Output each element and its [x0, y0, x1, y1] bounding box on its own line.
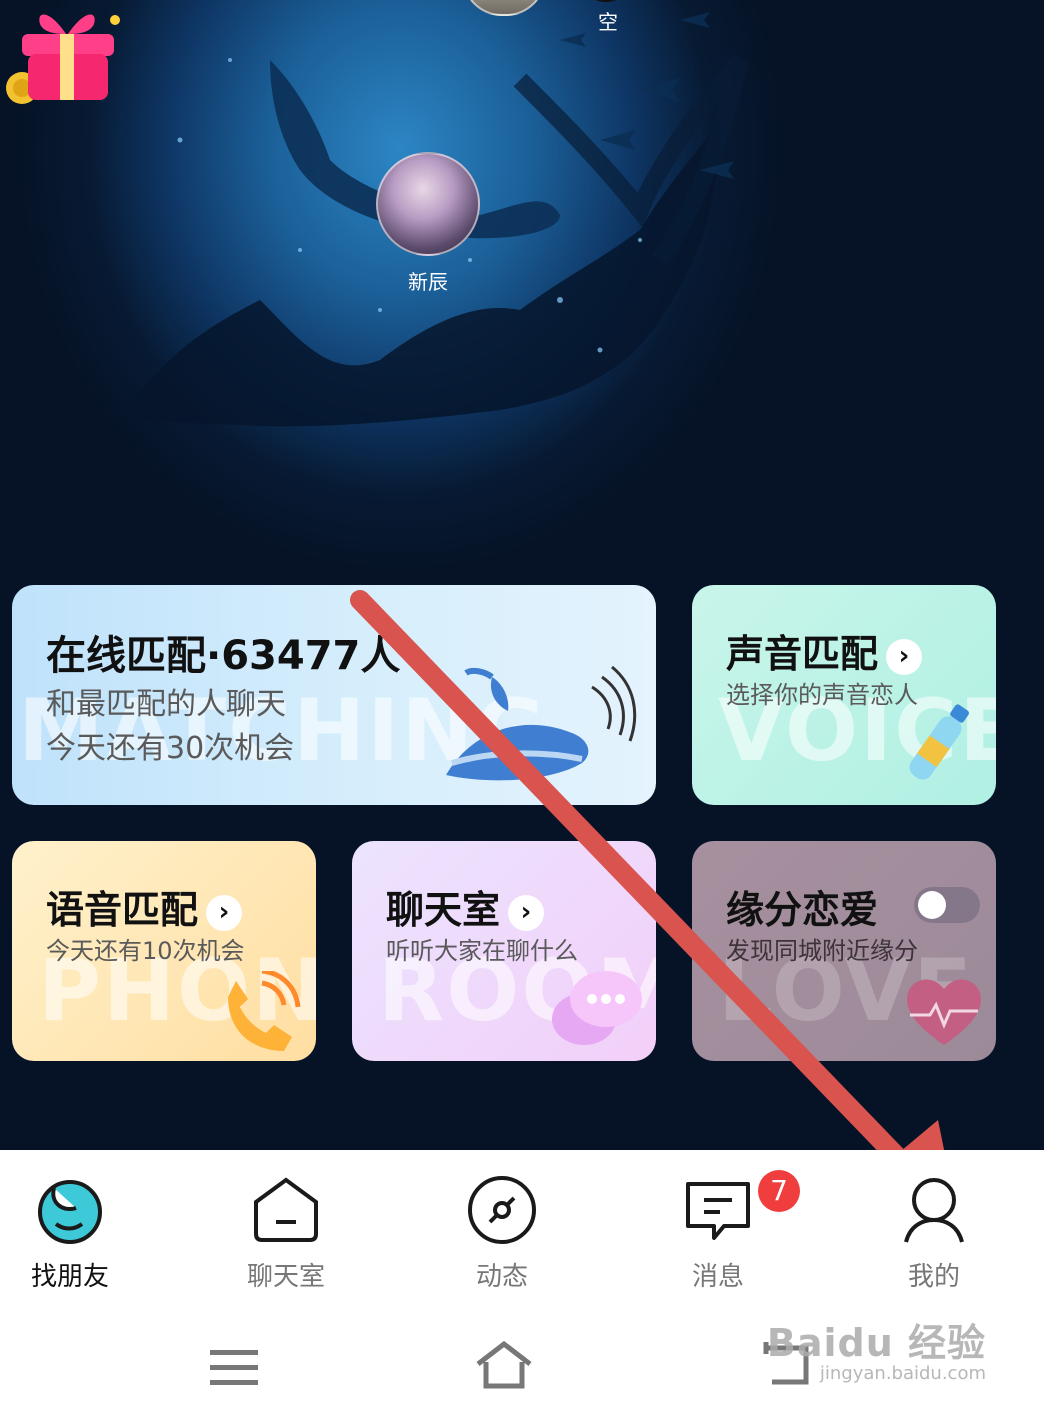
watermark: Baidu 经验 jingyan.baidu.com	[767, 1312, 986, 1384]
tab-label: 动态	[475, 1262, 528, 1292]
tab-label: 消息	[691, 1262, 744, 1292]
message-count-badge: 7	[758, 1170, 800, 1212]
menu-icon[interactable]	[210, 1348, 258, 1388]
chat-room-icon	[254, 1177, 318, 1242]
watermark-brand: Baidu 经验	[766, 1321, 986, 1365]
bottom-tab-bar: 找朋友 聊天室 动态 消息 我的	[0, 1150, 1044, 1320]
home-icon[interactable]	[474, 1340, 534, 1390]
tab-chat-room[interactable]: 聊天室	[206, 1168, 366, 1293]
tab-label: 我的	[907, 1262, 960, 1292]
tab-profile[interactable]: 我的	[854, 1168, 1014, 1293]
tab-label: 找朋友	[30, 1262, 109, 1292]
find-friends-icon	[38, 1180, 102, 1244]
message-icon	[686, 1182, 750, 1240]
compass-icon	[468, 1176, 536, 1244]
tab-moments[interactable]: 动态	[422, 1168, 582, 1293]
tab-label: 聊天室	[246, 1262, 325, 1292]
tab-find-friends[interactable]: 找朋友	[0, 1168, 150, 1293]
profile-icon	[904, 1178, 964, 1243]
